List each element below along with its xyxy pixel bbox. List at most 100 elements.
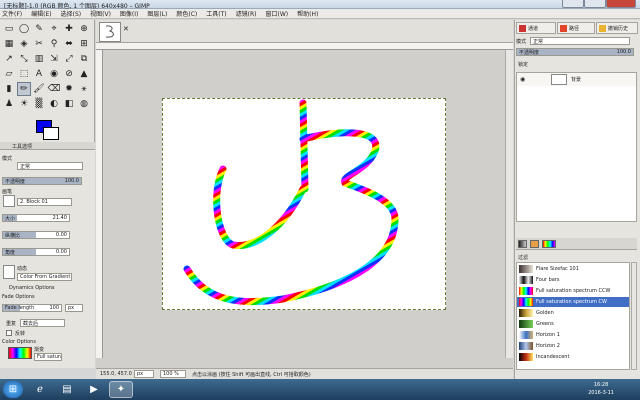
close-button[interactable] [606,0,636,8]
aspect-slider[interactable]: 纵横比 0.00 [2,231,70,239]
tool-icon-16[interactable]: ⤢ [62,52,76,66]
minimize-button[interactable] [562,0,584,8]
tool-icon-25[interactable]: ✏ [17,82,31,96]
tool-icon-26[interactable]: 🖌 [32,82,46,96]
tool-icon-27[interactable]: ⌫ [47,82,61,96]
tool-icon-9[interactable]: ⚲ [47,37,61,51]
tool-icon-6[interactable]: ▦ [2,37,16,51]
tool-icon-15[interactable]: ⇲ [47,52,61,66]
brush-select[interactable]: 2. Block 01 [17,198,72,206]
tool-icon-5[interactable]: ⊕ [77,22,91,36]
zoom-select[interactable]: 100 % [160,370,186,378]
tool-icon-10[interactable]: ⬌ [62,37,76,51]
canvas-vertical-scrollbar[interactable] [505,50,513,358]
patterns-tab-icon[interactable] [530,240,539,248]
gradient-item[interactable]: Full saturation spectrum CW [517,297,629,307]
menu-item-0[interactable]: 文件(F) [2,9,22,18]
tool-icon-23[interactable]: ▲ [77,67,91,81]
gradients-scrollbar[interactable] [631,262,637,370]
start-button[interactable]: ⊞ [3,381,23,398]
gradient-item[interactable]: Golden [517,308,629,318]
tool-icon-3[interactable]: ⌖ [47,22,61,36]
menu-item-6[interactable]: 颜色(C) [176,9,197,18]
channels-button[interactable]: 通道 [516,22,556,34]
close-tab-icon[interactable]: ✕ [123,25,129,33]
tool-icon-0[interactable]: ▭ [2,22,16,36]
menu-item-10[interactable]: 帮助(H) [297,9,318,18]
menu-item-3[interactable]: 视图(V) [90,9,111,18]
menu-item-1[interactable]: 编辑(E) [31,9,51,18]
menu-item-4[interactable]: 图像(I) [120,9,138,18]
unit-select[interactable]: px [134,370,154,378]
layer-opacity-slider[interactable]: 不透明度 100.0 [516,48,634,56]
gradient-item[interactable]: Horizon 1 [517,330,629,340]
tool-icon-33[interactable]: ◐ [47,97,61,111]
maximize-button[interactable] [584,0,606,8]
tool-icon-34[interactable]: ◧ [62,97,76,111]
explorer-taskbar-icon[interactable]: ▤ [55,381,79,398]
tool-icon-2[interactable]: ✎ [32,22,46,36]
dynamics-options-expander[interactable]: Dynamics Options [9,285,55,291]
size-slider[interactable]: 大小 21.40 [2,214,70,222]
menu-item-5[interactable]: 图层(L) [147,9,167,18]
opacity-slider[interactable]: 不透明度 100.0 [2,177,82,185]
image-tab-thumbnail[interactable] [99,22,121,42]
tool-icon-19[interactable]: ⬚ [17,67,31,81]
tool-icon-13[interactable]: ⤡ [17,52,31,66]
dynamics-select[interactable]: Color From Gradient [17,273,72,281]
menu-item-2[interactable]: 选择(S) [61,9,82,18]
layer-mode-select[interactable]: 正常 [530,37,630,45]
brushes-tab-icon[interactable] [518,240,527,248]
reverse-checkbox[interactable] [6,330,12,336]
gradient-item[interactable]: Full saturation spectrum CCW [517,286,629,296]
gradient-item[interactable]: Flare Sizefac 101 [517,264,629,274]
gradients-tab-icon[interactable] [542,240,556,248]
gimp-taskbar-icon[interactable]: ✦ [109,381,133,398]
tool-icon-11[interactable]: ⊞ [77,37,91,51]
tool-icon-24[interactable]: ▮ [2,82,16,96]
tool-icon-22[interactable]: ⊘ [62,67,76,81]
ie-taskbar-icon[interactable]: ℯ [28,381,52,398]
visibility-eye-icon[interactable]: ◉ [520,76,525,83]
tool-icon-35[interactable]: ◍ [77,97,91,111]
tool-options-tab[interactable]: 工具选项 [0,142,95,150]
gradient-item[interactable]: Horizon 2 [517,341,629,351]
gradient-item[interactable]: Four bars [517,275,629,285]
menu-item-9[interactable]: 窗口(W) [266,9,289,18]
horizontal-ruler[interactable] [96,43,513,50]
brush-preview[interactable] [3,195,15,207]
tool-icon-30[interactable]: ♟ [2,97,16,111]
menu-item-8[interactable]: 滤镜(R) [236,9,257,18]
menu-item-7[interactable]: 工具(T) [206,9,226,18]
vertical-ruler[interactable] [96,50,103,358]
tool-icon-8[interactable]: ✂ [32,37,46,51]
tool-icon-20[interactable]: A [32,67,46,81]
angle-slider[interactable]: 角度 0.00 [2,248,70,256]
fade-length-slider[interactable]: Fade length 100 [2,304,62,312]
mode-select[interactable]: 正常 [17,162,83,170]
gradient-select[interactable]: Full saturat [34,353,62,361]
tool-icon-21[interactable]: ◉ [47,67,61,81]
media-taskbar-icon[interactable]: ▶ [82,381,106,398]
tool-icon-29[interactable]: ⚹ [77,82,91,96]
tool-icon-14[interactable]: ▥ [32,52,46,66]
tool-icon-1[interactable]: ◯ [17,22,31,36]
tool-icon-12[interactable]: ↗ [2,52,16,66]
tool-icon-4[interactable]: ✚ [62,22,76,36]
tool-icon-31[interactable]: ☀ [17,97,31,111]
background-color-swatch[interactable] [43,127,59,140]
tool-icon-18[interactable]: ▱ [2,67,16,81]
repeat-select[interactable]: 截去后 [20,319,65,327]
tool-icon-32[interactable]: ▒ [32,97,46,111]
gradient-item[interactable]: Greens [517,319,629,329]
clock[interactable]: 16:28 2016-3-11 [588,381,614,397]
gradient-item[interactable]: Incandescent [517,352,629,362]
paths-button[interactable]: 路径 [557,22,595,34]
dynamics-preview[interactable] [3,265,15,279]
image-canvas[interactable] [162,98,446,310]
tool-icon-28[interactable]: ✹ [62,82,76,96]
layer-row[interactable]: ◉ 背景 [517,73,636,86]
tool-icon-17[interactable]: ⧉ [77,52,91,66]
tool-icon-7[interactable]: ◈ [17,37,31,51]
fade-unit-select[interactable]: px [65,304,83,312]
